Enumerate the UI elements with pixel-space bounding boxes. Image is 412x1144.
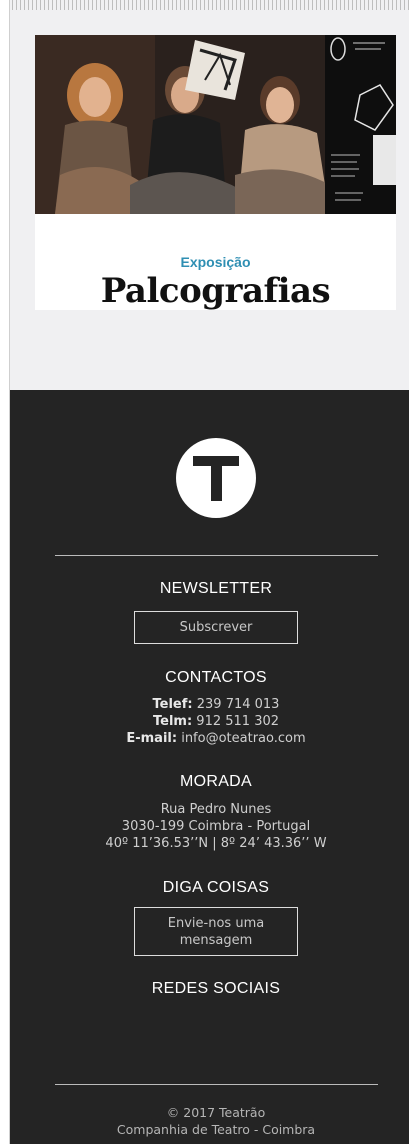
exhibition-card[interactable]: Exposição Palcografias <box>35 35 396 311</box>
subscribe-button[interactable]: Subscrever <box>134 611 298 644</box>
send-message-label-1: Envie-nos uma <box>167 916 265 931</box>
top-ruler <box>0 0 412 10</box>
email-line: E-mail: info@oteatrao.com <box>10 731 412 747</box>
social-heading: REDES SOCIAIS <box>151 980 281 997</box>
exhibition-photo-art <box>35 35 396 214</box>
company-text: Companhia de Teatro - Coimbra <box>116 1122 316 1137</box>
card-title[interactable]: Palcografias <box>35 271 396 311</box>
card-category: Exposição <box>180 254 251 270</box>
teatrao-logo-icon[interactable] <box>176 438 256 518</box>
site-footer: NEWSLETTER Subscrever CONTACTOS Telef: 2… <box>10 390 409 1144</box>
address-street: Rua Pedro Nunes <box>160 802 272 817</box>
copyright-text: © 2017 Teatrão <box>166 1105 266 1120</box>
phone-value[interactable]: 239 714 013 <box>197 697 280 712</box>
footer-divider-top <box>55 555 378 556</box>
mobile-value[interactable]: 912 511 302 <box>196 714 279 729</box>
address-city: 3030-199 Coimbra - Portugal <box>121 819 311 834</box>
send-message-button[interactable]: Envie-nos uma mensagem <box>134 907 298 956</box>
footer-divider-bottom <box>55 1084 378 1085</box>
phone-label: Telef: <box>152 697 193 712</box>
email-link[interactable]: info@oteatrao.com <box>181 731 305 746</box>
address-coordinates: 40º 11’36.53’’N | 8º 24’ 43.36’’ W <box>105 836 327 851</box>
message-heading: DIGA COISAS <box>162 879 270 896</box>
contacts-heading: CONTACTOS <box>165 669 267 686</box>
mobile-line: Telm: 912 511 302 <box>10 714 412 730</box>
newsletter-heading: NEWSLETTER <box>159 580 273 597</box>
phone-line: Telef: 239 714 013 <box>10 697 412 713</box>
left-frame <box>0 0 10 1144</box>
address-heading: MORADA <box>179 773 253 790</box>
email-label: E-mail: <box>126 731 178 746</box>
page-content: Exposição Palcografias NEWSLETTER Subscr… <box>10 10 409 1144</box>
send-message-label-2: mensagem <box>179 933 253 948</box>
mobile-label: Telm: <box>152 714 193 729</box>
exhibition-photo <box>35 35 396 214</box>
